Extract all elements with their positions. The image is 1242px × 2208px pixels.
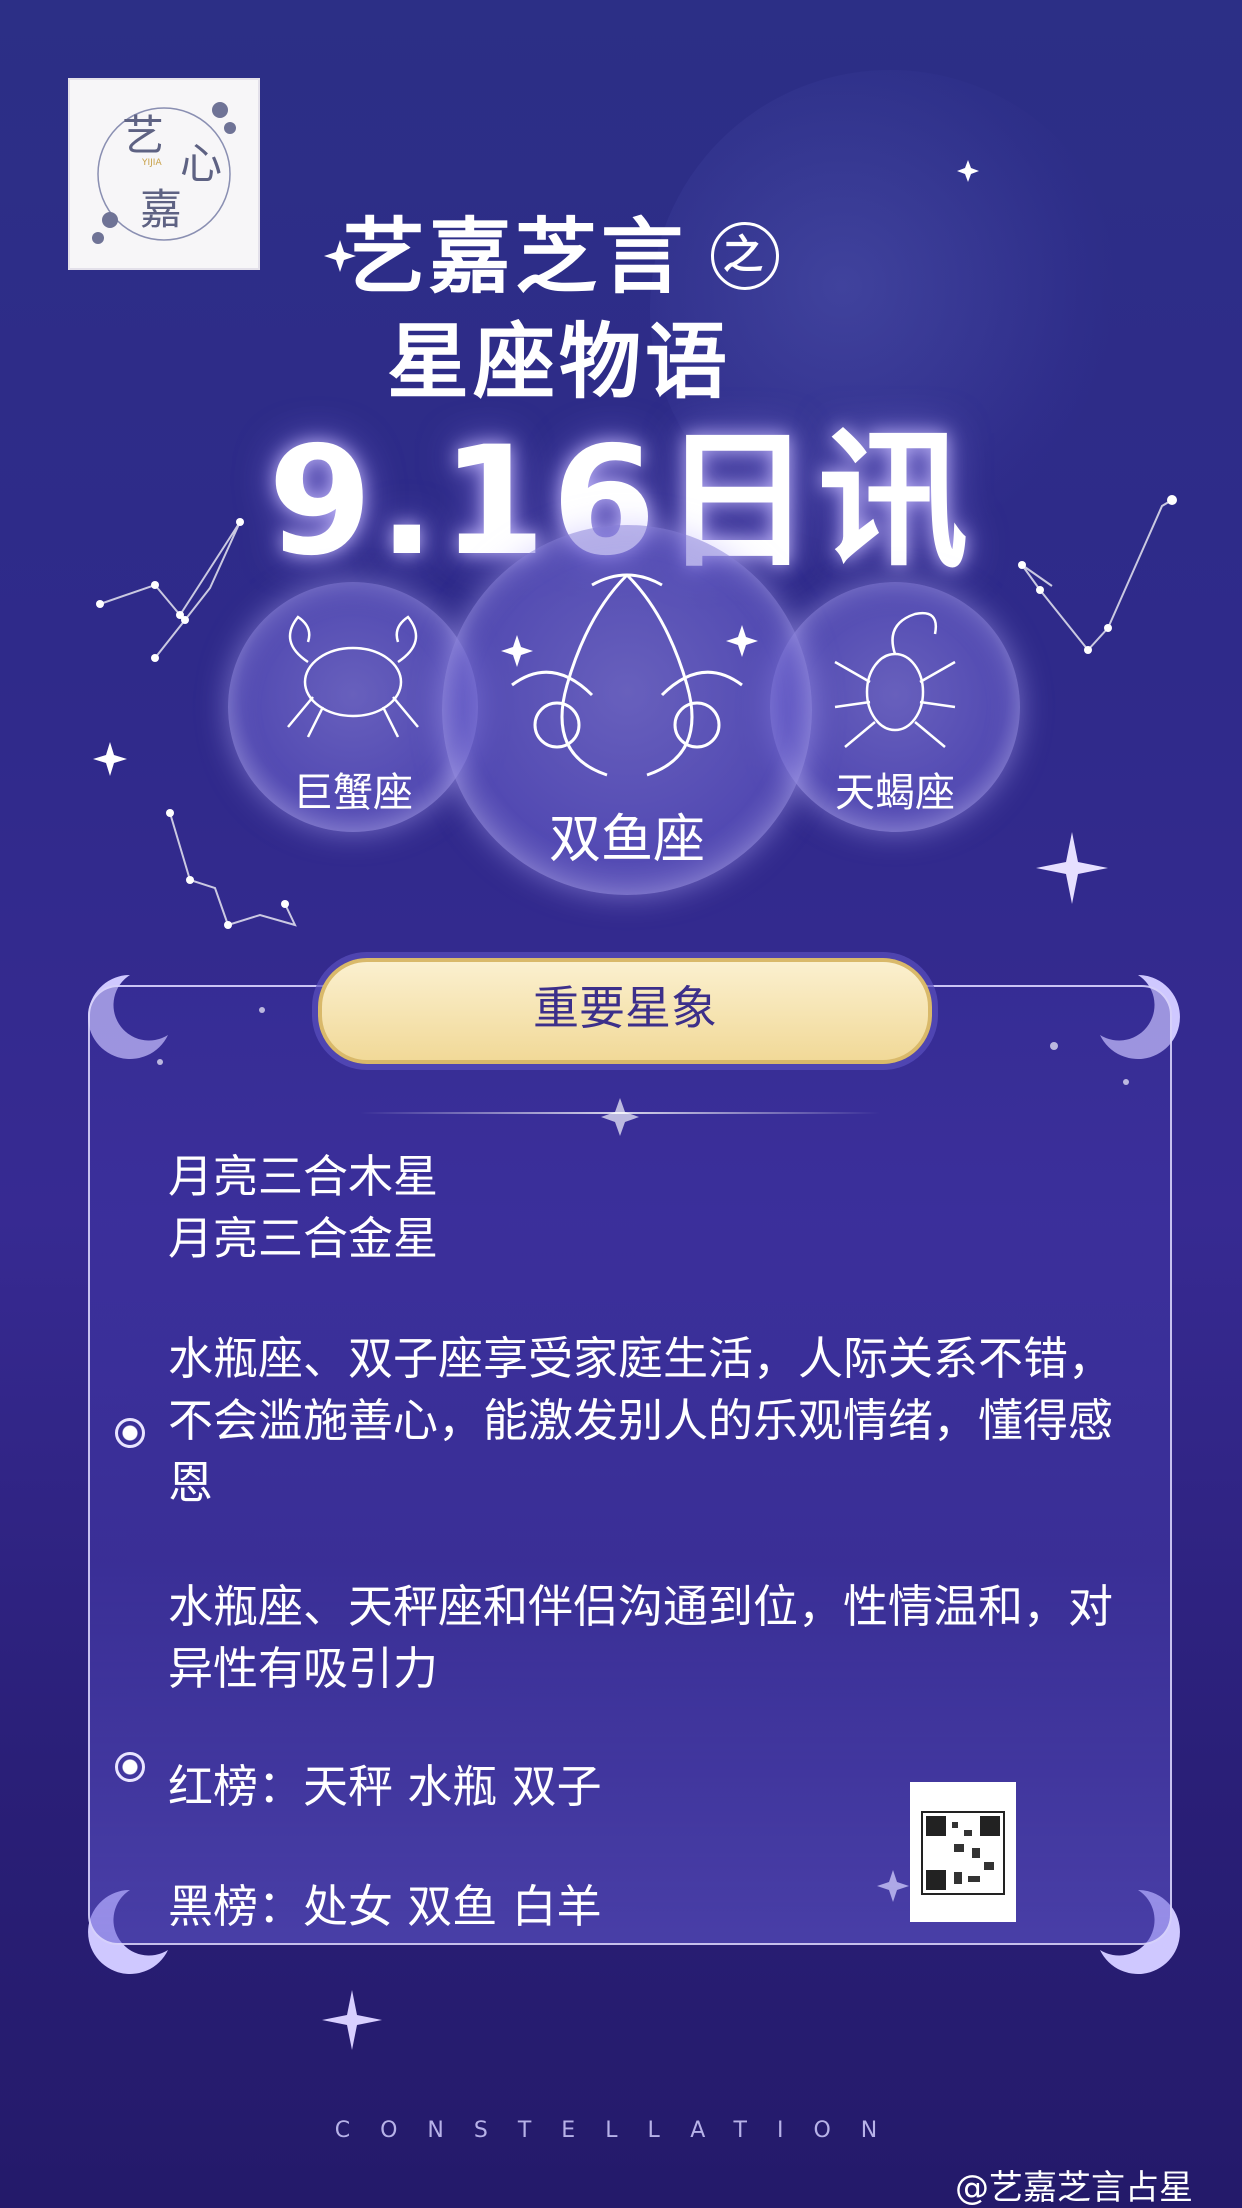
logo-sub: YIJIA — [142, 158, 162, 168]
bullet-icon — [115, 1752, 145, 1782]
aspect-2: 月亮三合金星 — [168, 1212, 439, 1265]
panel-title: 重要星象 — [318, 958, 932, 1064]
divider — [360, 1112, 880, 1114]
logo-char-2: 心 — [180, 139, 223, 188]
sign-circle-cancer: 巨蟹座 — [228, 582, 478, 832]
zhi-badge: 之 — [711, 221, 779, 290]
qr-code — [910, 1782, 1016, 1922]
sign-label-pisces: 双鱼座 — [548, 810, 705, 870]
aspect-1: 月亮三合木星 — [168, 1150, 439, 1203]
paragraph-2: 水瓶座、天秤座和伴侣沟通到位，性情温和，对异性有吸引力 — [168, 1580, 1114, 1695]
footer-constellation: CONSTELLATION — [334, 2118, 908, 2143]
sign-label-cancer: 巨蟹座 — [293, 770, 413, 816]
poster: 艺 心 嘉 YIJIA 艺嘉芝言之 星座物语 9.16日讯 巨蟹座 天蝎座 双鱼… — [0, 0, 1242, 2208]
sign-circle-pisces: 双鱼座 — [442, 525, 812, 895]
title-line-1: 艺嘉芝言之 — [0, 190, 1242, 309]
qr-code-icon — [921, 1811, 1005, 1895]
brand-name: 艺嘉芝言 — [342, 209, 687, 305]
watermark: @艺嘉芝言占星 — [955, 2168, 1193, 2208]
bullet-icon — [115, 1418, 145, 1448]
logo-char-1: 艺 — [122, 111, 165, 160]
paragraph-1: 水瓶座、双子座享受家庭生活，人际关系不错，不会滥施善心，能激发别人的乐观情绪，懂… — [168, 1332, 1114, 1509]
